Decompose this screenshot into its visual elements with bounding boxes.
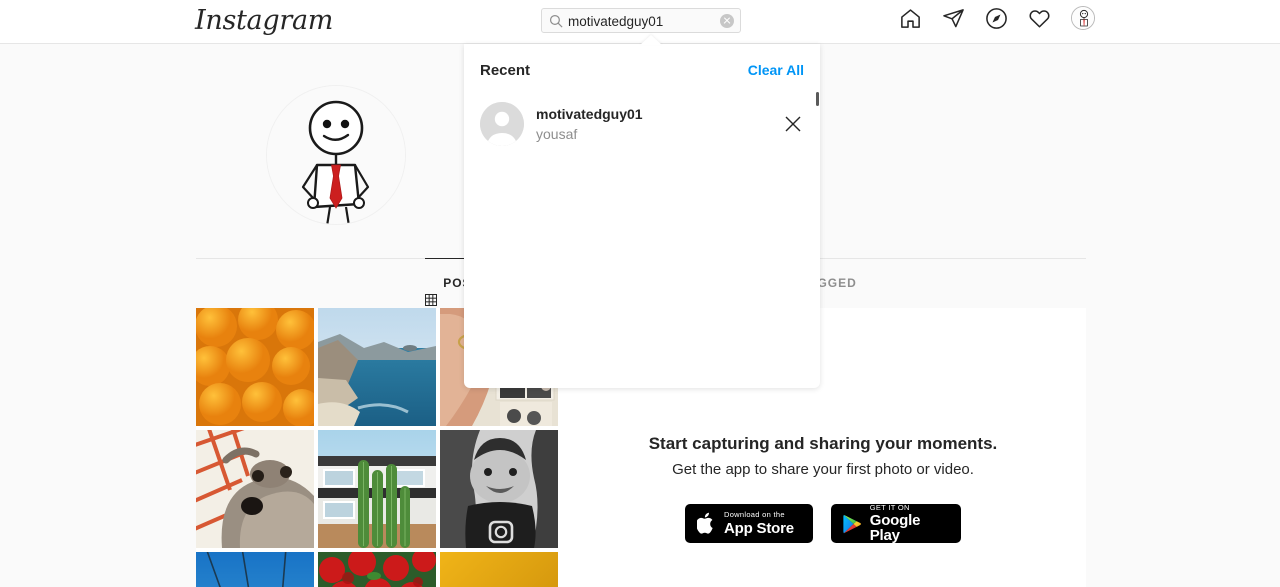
recent-search-fullname: yousaf — [536, 126, 578, 142]
dropdown-scrollbar[interactable] — [816, 92, 819, 106]
recent-search-item[interactable]: motivatedguy01 yousaf — [464, 96, 820, 152]
recent-title: Recent — [480, 61, 531, 79]
paper-plane-icon[interactable] — [942, 7, 965, 30]
google-play-label: Google Play — [869, 512, 921, 545]
search-results-dropdown: Recent Clear All motivatedguy01 yousaf — [464, 44, 820, 388]
grid-item-photo[interactable] — [196, 308, 314, 426]
app-store-label: App Store — [724, 519, 794, 537]
search-value: motivatedguy01 — [568, 14, 664, 29]
dropdown-header: Recent Clear All — [464, 44, 820, 96]
instagram-profile-page: Instagram motivatedguy01 TAGGED Start ca… — [0, 0, 1280, 587]
person-placeholder-icon — [480, 102, 524, 146]
profile-picture[interactable] — [266, 85, 406, 225]
grid-item-photo[interactable] — [318, 308, 436, 426]
search-input[interactable]: motivatedguy01 — [541, 8, 741, 33]
dropdown-caret — [640, 35, 662, 45]
close-icon[interactable] — [782, 113, 804, 135]
cta-subtitle: Get the app to share your first photo or… — [672, 461, 974, 478]
instagram-logo[interactable]: Instagram — [195, 4, 333, 38]
grid-icon — [425, 278, 438, 306]
stick-figure-profile-icon — [267, 86, 405, 224]
heart-icon[interactable] — [1028, 7, 1051, 30]
profile-avatar[interactable] — [1071, 6, 1095, 30]
search-icon — [549, 14, 563, 28]
apple-icon — [697, 512, 713, 534]
grid-item-photo[interactable] — [196, 552, 314, 587]
grid-item-photo[interactable] — [440, 430, 558, 548]
recent-search-username: motivatedguy01 — [536, 106, 643, 122]
grid-item-photo[interactable] — [318, 430, 436, 548]
google-play-small-label: GET IT ON — [869, 502, 910, 512]
google-play-badge[interactable]: GET IT ON Google Play — [831, 504, 961, 543]
search-container: motivatedguy01 — [541, 8, 741, 33]
clear-circle-icon[interactable] — [720, 14, 734, 28]
app-store-small-label: Download on the — [724, 510, 785, 520]
recent-search-text: motivatedguy01 yousaf — [536, 105, 782, 143]
stick-figure-avatar-icon — [1072, 7, 1094, 29]
nav-icon-group — [899, 6, 1095, 30]
grid-item-photo[interactable] — [318, 552, 436, 587]
clear-all-button[interactable]: Clear All — [748, 62, 804, 78]
compass-icon[interactable] — [985, 7, 1008, 30]
app-store-badge[interactable]: Download on the App Store — [685, 504, 813, 543]
store-badges: Download on the App Store GET IT ON Goog… — [685, 504, 961, 543]
play-triangle-icon — [843, 514, 861, 533]
cta-title: Start capturing and sharing your moments… — [648, 434, 998, 453]
grid-item-photo[interactable] — [196, 430, 314, 548]
grid-item-photo[interactable] — [440, 552, 558, 587]
home-icon[interactable] — [899, 7, 922, 30]
